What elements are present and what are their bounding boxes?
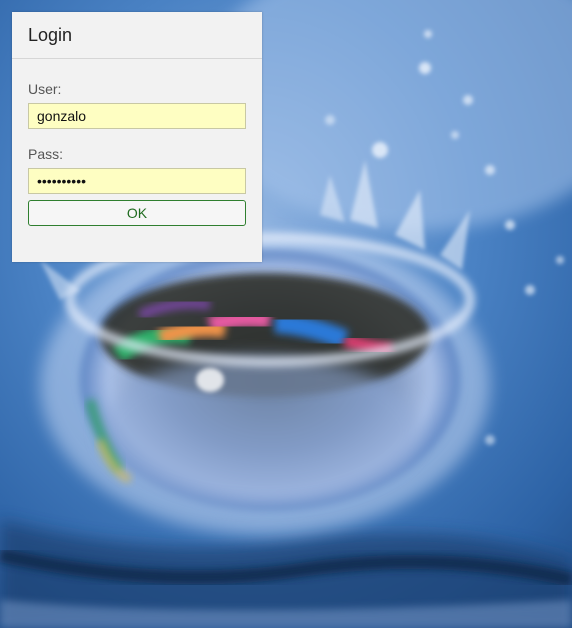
dialog-header: Login bbox=[12, 12, 262, 59]
user-label: User: bbox=[28, 81, 62, 97]
password-field[interactable] bbox=[28, 168, 246, 194]
dialog-title: Login bbox=[28, 25, 73, 45]
pass-label: Pass: bbox=[28, 146, 64, 162]
ok-button[interactable]: OK bbox=[28, 200, 246, 226]
login-form: User: Pass: OK bbox=[12, 81, 262, 226]
login-dialog: Login User: Pass: OK bbox=[12, 12, 262, 262]
user-field[interactable] bbox=[28, 103, 246, 129]
